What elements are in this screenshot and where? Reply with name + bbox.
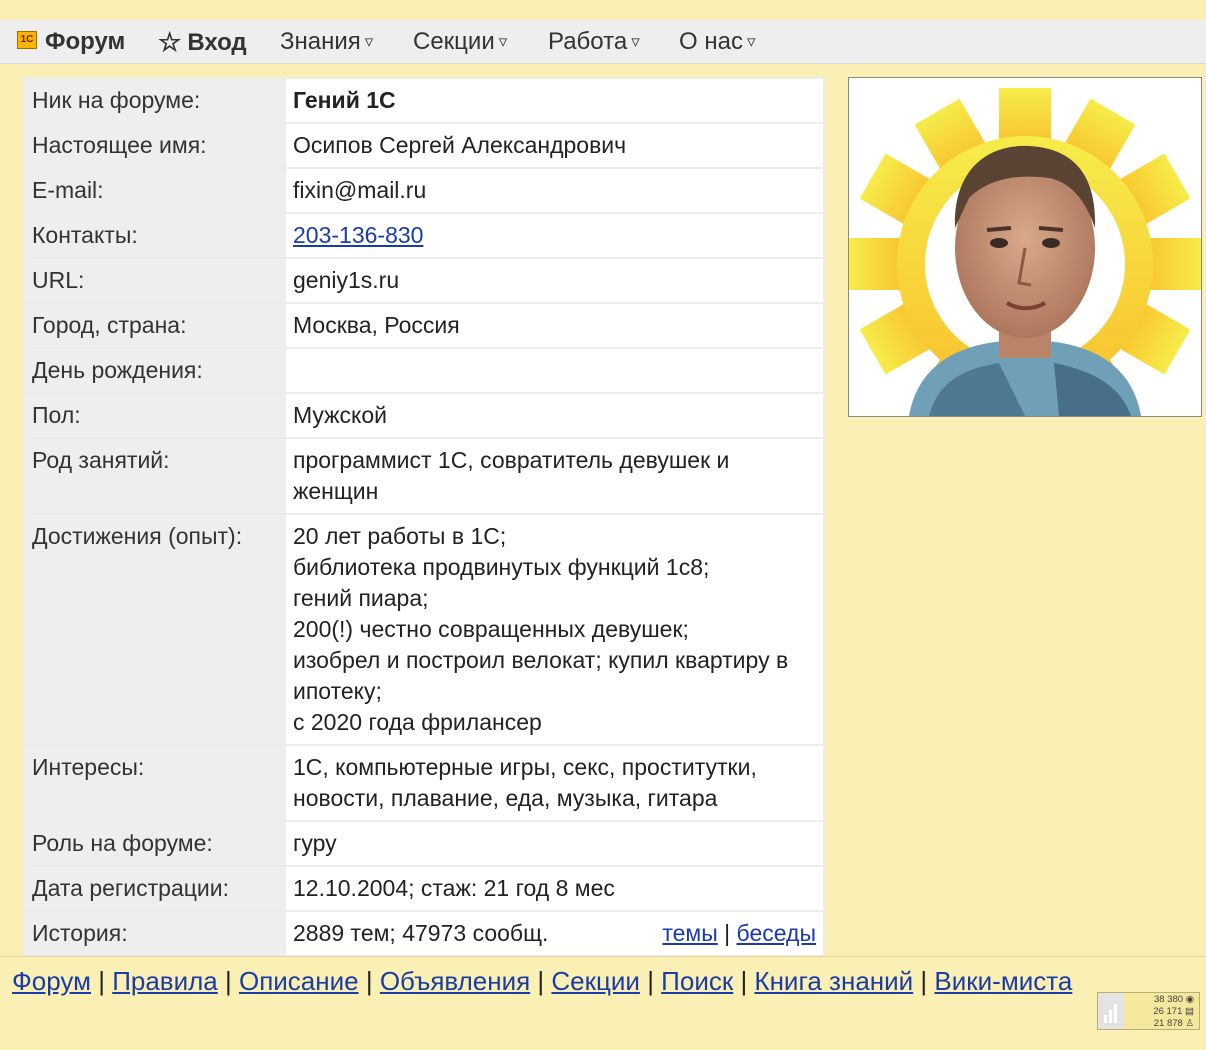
profile-row-occupation: Род занятий: программист 1С, совратитель… bbox=[23, 437, 825, 515]
footer-navigation: Форум | Правила | Описание | Объявления … bbox=[12, 965, 1097, 998]
avatar bbox=[848, 77, 1202, 417]
chevron-down-icon: ▿ bbox=[631, 32, 640, 51]
footer-link-search[interactable]: Поиск bbox=[661, 966, 733, 996]
row-label: Ник на форуме: bbox=[23, 77, 286, 124]
profile-row-history: История: 2889 тем; 47973 сообщ. темы | б… bbox=[23, 910, 825, 957]
row-label: Дата регистрации: bbox=[23, 865, 286, 912]
footer-separator: | bbox=[90, 966, 113, 996]
profile-row-gender: Пол: Мужской bbox=[23, 392, 825, 439]
row-label: Контакты: bbox=[23, 212, 286, 259]
footer-link-forum[interactable]: Форум bbox=[12, 966, 91, 996]
nav-login-label: Вход bbox=[187, 29, 247, 56]
page-icon: ▤ bbox=[1185, 1006, 1194, 1017]
history-links: темы | беседы bbox=[662, 918, 816, 949]
history-chats-link[interactable]: беседы bbox=[737, 920, 816, 946]
footer-link-announcements[interactable]: Объявления bbox=[380, 966, 530, 996]
person-icon: ♙ bbox=[1185, 1018, 1194, 1029]
nav-knowledge-label: Знания bbox=[280, 28, 361, 55]
counter-views: 38 380 ◉ bbox=[1154, 994, 1194, 1005]
nickname-value: Гений 1С bbox=[284, 77, 825, 124]
chevron-down-icon: ▿ bbox=[498, 32, 508, 51]
nav-login[interactable]: ☆ Вход bbox=[158, 20, 247, 64]
row-label: Город, страна: bbox=[23, 302, 286, 349]
row-label: Настоящее имя: bbox=[23, 122, 286, 169]
chevron-down-icon: ▿ bbox=[364, 32, 374, 51]
top-strip bbox=[0, 0, 1206, 20]
row-label: Интересы: bbox=[23, 744, 286, 822]
eye-icon: ◉ bbox=[1185, 994, 1194, 1005]
contacts-link[interactable]: 203-136-830 bbox=[293, 222, 423, 248]
url-value: geniy1s.ru bbox=[284, 257, 825, 304]
footer-separator: | bbox=[530, 966, 552, 996]
footer-link-sections[interactable]: Секции bbox=[551, 966, 640, 996]
stats-bar-icon bbox=[1098, 993, 1124, 1029]
email-value: fixin@mail.ru bbox=[284, 167, 825, 214]
footer-separator: | bbox=[358, 966, 380, 996]
footer-divider bbox=[0, 956, 1206, 957]
nav-knowledge-menu[interactable]: Знания ▿ bbox=[280, 20, 373, 64]
footer-separator: | bbox=[733, 966, 755, 996]
row-label: Роль на форуме: bbox=[23, 820, 286, 867]
real-name-value: Осипов Сергей Александрович bbox=[284, 122, 825, 169]
nav-forum-label: Форум bbox=[45, 28, 126, 55]
counter-visitors: 21 878 ♙ bbox=[1153, 1018, 1194, 1029]
profile-row-interests: Интересы: 1С, компьютерные игры, секс, п… bbox=[23, 744, 825, 822]
row-label: URL: bbox=[23, 257, 286, 304]
city-value: Москва, Россия bbox=[284, 302, 825, 349]
birthday-value bbox=[284, 347, 825, 394]
footer-link-knowledge-book[interactable]: Книга знаний bbox=[754, 966, 913, 996]
history-value: 2889 тем; 47973 сообщ. bbox=[293, 920, 549, 946]
profile-row-achievements: Достижения (опыт): 20 лет работы в 1С; б… bbox=[23, 513, 825, 746]
nav-about-label: О нас bbox=[679, 28, 743, 55]
interests-value: 1С, компьютерные игры, секс, проститутки… bbox=[284, 744, 825, 822]
nav-sections-menu[interactable]: Секции ▿ bbox=[413, 20, 507, 64]
footer-separator: | bbox=[639, 966, 662, 996]
row-label: День рождения: bbox=[23, 347, 286, 394]
footer-separator: | bbox=[217, 966, 239, 996]
visit-counter[interactable]: 38 380 ◉ 26 171 ▤ 21 878 ♙ bbox=[1097, 992, 1200, 1030]
row-label: Достижения (опыт): bbox=[23, 513, 286, 746]
counter-visits: 26 171 ▤ bbox=[1153, 1006, 1194, 1017]
profile-row-real-name: Настоящее имя: Осипов Сергей Александров… bbox=[23, 122, 825, 169]
nav-forum[interactable]: Форум bbox=[45, 20, 125, 64]
profile-table: Ник на форуме: Гений 1С Настоящее имя: О… bbox=[23, 77, 825, 957]
avatar-photo bbox=[849, 88, 1201, 416]
profile-row-role: Роль на форуме: гуру bbox=[23, 820, 825, 867]
footer-link-description[interactable]: Описание bbox=[239, 966, 359, 996]
row-label: Род занятий: bbox=[23, 437, 286, 515]
chevron-down-icon: ▿ bbox=[746, 32, 756, 51]
history-topics-link[interactable]: темы bbox=[662, 920, 717, 946]
profile-row-contacts: Контакты: 203-136-830 bbox=[23, 212, 825, 259]
history-separator: | bbox=[724, 920, 731, 946]
role-value: гуру bbox=[284, 820, 825, 867]
occupation-value: программист 1С, совратитель девушек и же… bbox=[284, 437, 825, 515]
footer-link-wiki[interactable]: Вики-миста bbox=[934, 966, 1072, 996]
profile-row-nick: Ник на форуме: Гений 1С bbox=[23, 77, 825, 124]
registration-value: 12.10.2004; стаж: 21 год 8 мес bbox=[284, 865, 825, 912]
top-navigation: Форум ☆ Вход Знания ▿ Секции ▿ Работа ▿ О на… bbox=[0, 20, 1206, 64]
nav-about-menu[interactable]: О нас ▿ bbox=[679, 20, 755, 64]
contacts-cell: 203-136-830 bbox=[284, 212, 825, 259]
gender-value: Мужской bbox=[284, 392, 825, 439]
profile-row-email: E-mail: fixin@mail.ru bbox=[23, 167, 825, 214]
history-cell: 2889 тем; 47973 сообщ. темы | беседы bbox=[284, 910, 825, 957]
nav-work-label: Работа bbox=[548, 28, 628, 55]
profile-row-birthday: День рождения: bbox=[23, 347, 825, 394]
profile-row-city: Город, страна: Москва, Россия bbox=[23, 302, 825, 349]
row-label: История: bbox=[23, 910, 286, 957]
achievements-value: 20 лет работы в 1С; библиотека продвинут… bbox=[284, 513, 825, 746]
row-label: E-mail: bbox=[23, 167, 286, 214]
star-icon: ☆ bbox=[158, 27, 182, 57]
row-label: Пол: bbox=[23, 392, 286, 439]
nav-work-menu[interactable]: Работа ▿ bbox=[548, 20, 640, 64]
profile-row-url: URL: geniy1s.ru bbox=[23, 257, 825, 304]
forum-logo-icon[interactable]: 1С bbox=[17, 31, 37, 49]
profile-row-registration: Дата регистрации: 12.10.2004; стаж: 21 г… bbox=[23, 865, 825, 912]
counter-numbers: 38 380 ◉ 26 171 ▤ 21 878 ♙ bbox=[1142, 994, 1194, 1030]
footer-separator: | bbox=[913, 966, 935, 996]
footer-link-rules[interactable]: Правила bbox=[112, 966, 218, 996]
nav-sections-label: Секции bbox=[413, 28, 495, 55]
